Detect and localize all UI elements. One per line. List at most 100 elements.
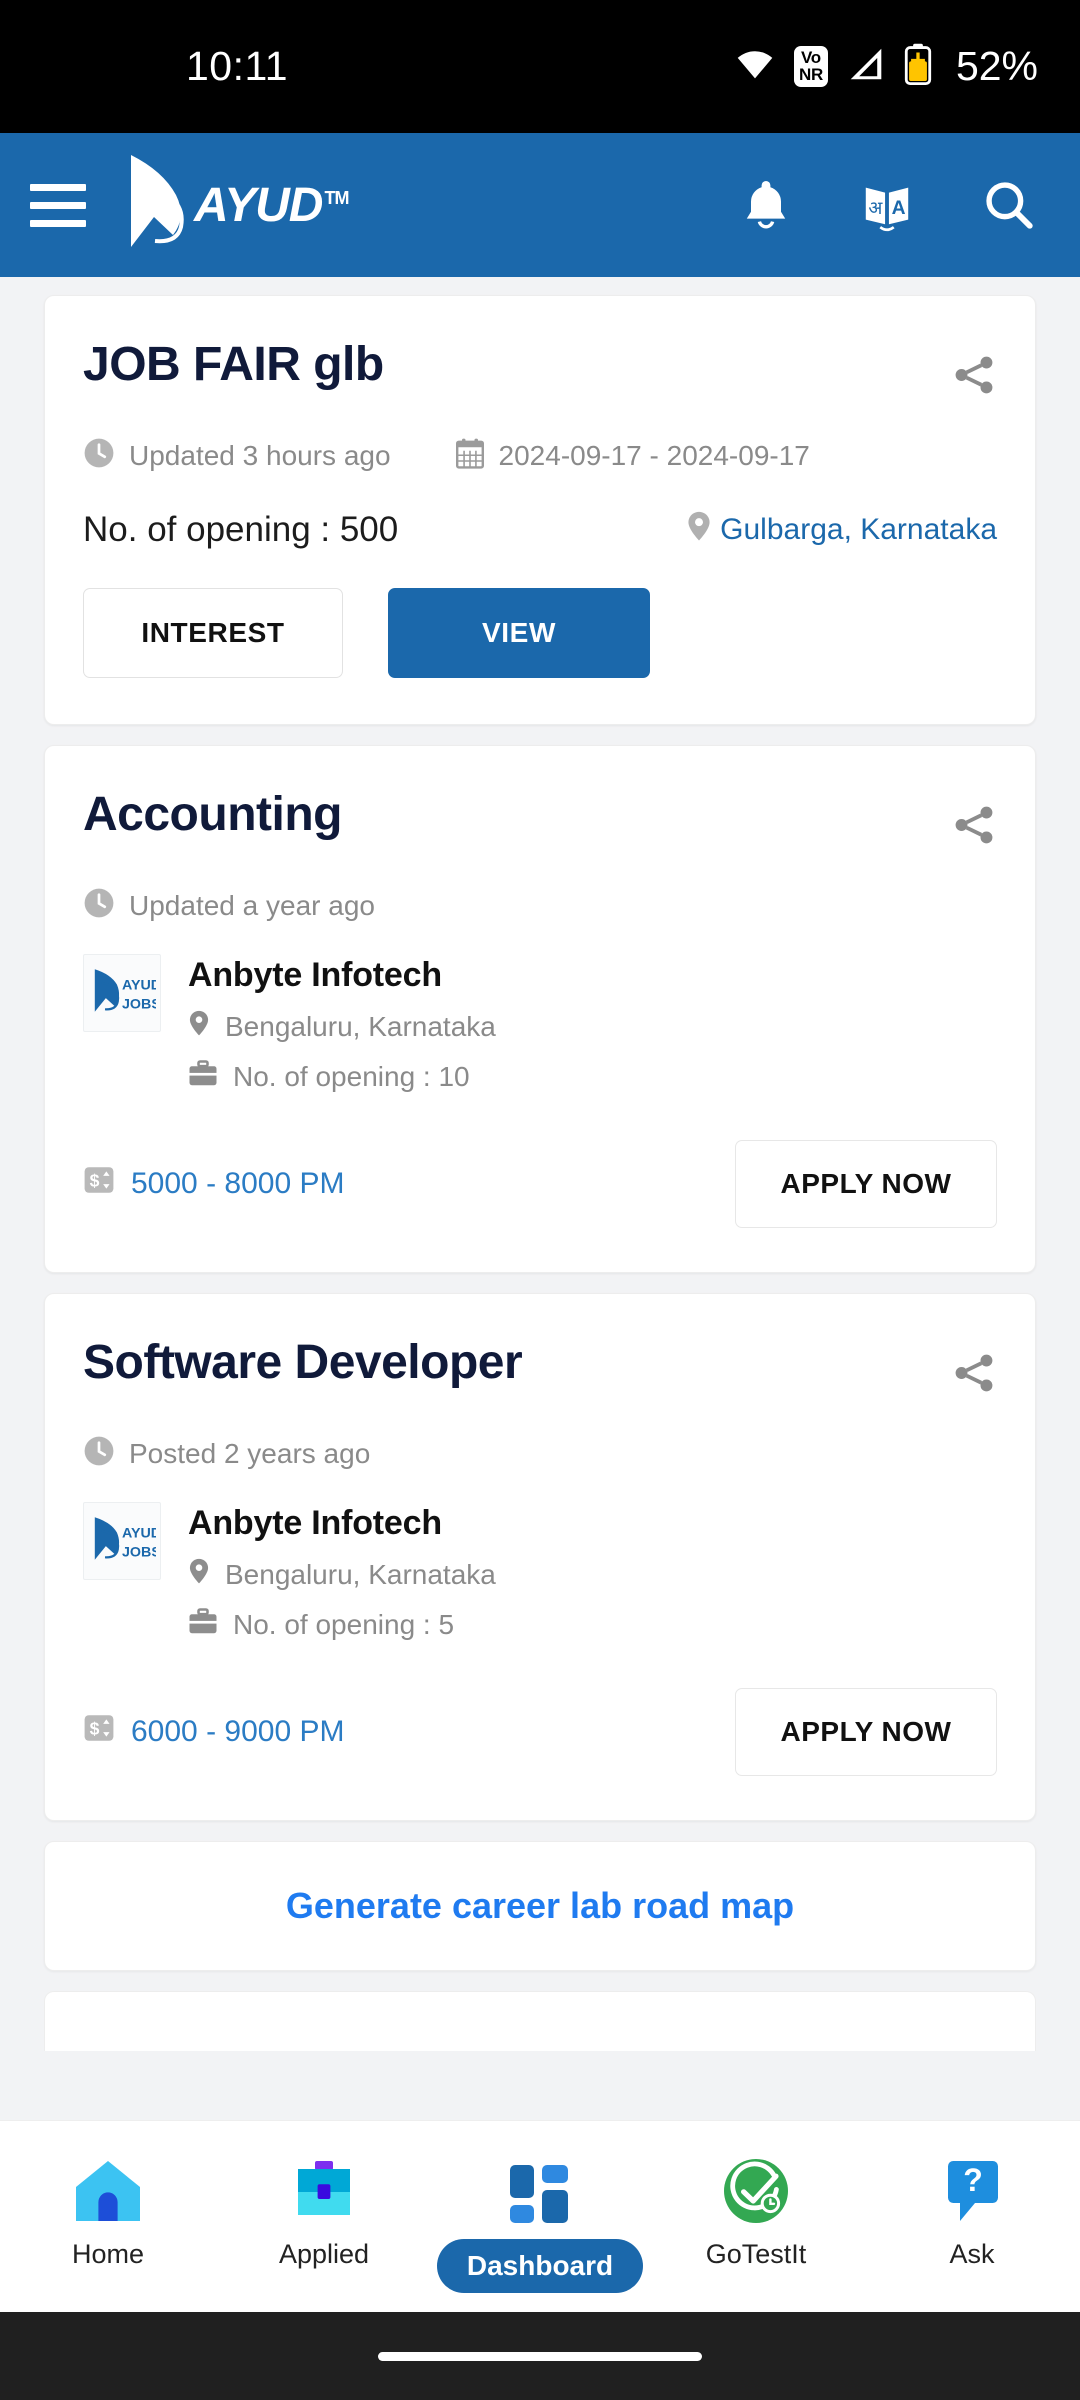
grid-icon xyxy=(508,2151,572,2225)
generate-career-roadmap-card[interactable]: Generate career lab road map xyxy=(44,1841,1036,1971)
openings-text: No. of opening : 500 xyxy=(83,510,399,549)
nav-label-gotestit: GoTestIt xyxy=(705,2239,807,2269)
updated-text: Updated a year ago xyxy=(129,889,375,921)
company-block: AYUD JOBS Anbyte Infotech Bengaluru, xyxy=(83,1502,997,1642)
apply-now-button[interactable]: APPLY NOW xyxy=(735,1140,997,1228)
card-meta-row: Updated 3 hours ago 2024-09-17 - 2024-09 xyxy=(83,437,997,474)
svg-text:अ: अ xyxy=(868,197,883,218)
job-card[interactable]: Accounting Updated a year ago AYU JOB An… xyxy=(44,745,1036,1273)
job-title: Accounting xyxy=(83,788,342,841)
company-location-text: Bengaluru, Karnataka xyxy=(225,1558,496,1590)
vonr-badge: Vo NR xyxy=(793,45,828,88)
app-bar-actions: अ A xyxy=(740,177,1036,233)
company-logo: AYUD JOBS xyxy=(83,954,161,1032)
company-openings-text: No. of opening : 10 xyxy=(233,1061,470,1092)
location-pin-icon xyxy=(188,1009,210,1044)
location-link[interactable]: Gulbarga, Karnataka xyxy=(686,510,997,550)
nav-label-dashboard: Dashboard xyxy=(436,2239,644,2293)
pay-row: $ 6000 - 9000 PM APPLY NOW xyxy=(83,1688,997,1820)
company-block: AYUD JOBS Anbyte Infotech Bengaluru, xyxy=(83,954,997,1094)
gesture-pill[interactable] xyxy=(378,2351,702,2361)
job-fair-card[interactable]: JOB FAIR glb Updated 3 hours ago 2024-09… xyxy=(44,295,1036,725)
question-bubble-icon: ? xyxy=(940,2151,1004,2225)
company-info: Anbyte Infotech Bengaluru, Karnataka No.… xyxy=(188,1502,496,1642)
nav-item-gotestit[interactable]: GoTestIt xyxy=(658,2151,854,2270)
company-location: Bengaluru, Karnataka xyxy=(188,1557,496,1592)
company-name: Anbyte Infotech xyxy=(188,956,442,994)
apply-now-button[interactable]: APPLY NOW xyxy=(735,1688,997,1776)
status-icons: Vo NR 52% xyxy=(735,43,1038,90)
nav-item-dashboard[interactable]: Dashboard xyxy=(436,2151,644,2293)
clock-icon xyxy=(83,1435,115,1472)
job-list-scroll[interactable]: JOB FAIR glb Updated 3 hours ago 2024-09… xyxy=(0,277,1080,2120)
brand-name: AYUD TM xyxy=(194,178,349,232)
salary-text: 5000 - 8000 PM xyxy=(131,1167,345,1200)
salary-icon: $ xyxy=(83,1164,115,1204)
share-icon[interactable] xyxy=(951,802,997,853)
share-icon[interactable] xyxy=(951,1350,997,1401)
status-time: 10:11 xyxy=(186,43,289,89)
card-header: JOB FAIR glb xyxy=(83,296,997,403)
next-card-partial[interactable] xyxy=(44,1991,1036,2051)
svg-text:AYUD: AYUD xyxy=(122,978,156,994)
pay-row: $ 5000 - 8000 PM APPLY NOW xyxy=(83,1140,997,1272)
briefcase-icon xyxy=(188,1060,218,1094)
updated-meta: Updated a year ago xyxy=(83,887,375,924)
location-pin-icon xyxy=(188,1557,210,1592)
briefcase-icon xyxy=(188,1608,218,1642)
check-timer-icon xyxy=(722,2151,790,2225)
battery-icon xyxy=(904,43,932,90)
company-location: Bengaluru, Karnataka xyxy=(188,1009,496,1044)
page-title: JOB FAIR glb xyxy=(83,338,384,391)
view-button[interactable]: VIEW xyxy=(388,588,650,678)
generate-career-roadmap-link[interactable]: Generate career lab road map xyxy=(286,1885,794,1927)
job-title: Software Developer xyxy=(83,1336,523,1389)
clock-icon xyxy=(83,887,115,924)
company-openings: No. of opening : 10 xyxy=(188,1060,496,1094)
updated-meta: Updated 3 hours ago xyxy=(83,437,391,474)
clock-icon xyxy=(83,437,115,474)
wifi-icon xyxy=(735,48,775,85)
company-info: Anbyte Infotech Bengaluru, Karnataka No.… xyxy=(188,954,496,1094)
company-location-text: Bengaluru, Karnataka xyxy=(225,1010,496,1042)
status-bar: 10:11 Vo NR 52% xyxy=(0,0,1080,133)
nav-label-home: Home xyxy=(71,2239,145,2269)
signal-icon xyxy=(847,47,885,86)
openings-row: No. of opening : 500 Gulbarga, Karnataka xyxy=(83,510,997,550)
translate-icon[interactable]: अ A xyxy=(860,177,914,233)
salary-icon: $ xyxy=(83,1712,115,1752)
card-meta-row: Updated a year ago xyxy=(83,887,997,924)
posted-meta: Posted 2 years ago xyxy=(83,1435,370,1472)
trademark-symbol: TM xyxy=(324,187,349,208)
date-meta: 2024-09-17 - 2024-09-17 xyxy=(455,437,810,474)
phone-screen: 10:11 Vo NR 52% AYUD TM अ A JOB FAIR glb… xyxy=(0,0,1080,2400)
interest-button[interactable]: INTEREST xyxy=(83,588,343,678)
job-fair-actions: INTEREST VIEW xyxy=(83,588,997,678)
nav-item-applied[interactable]: Applied xyxy=(226,2151,422,2270)
svg-text:$: $ xyxy=(90,1170,100,1190)
salary-text: 6000 - 9000 PM xyxy=(131,1715,345,1748)
date-range-text: 2024-09-17 - 2024-09-17 xyxy=(498,439,810,471)
nav-item-home[interactable]: Home xyxy=(10,2151,206,2270)
company-openings: No. of opening : 5 xyxy=(188,1608,496,1642)
card-header: Software Developer xyxy=(83,1294,997,1401)
briefcase-icon xyxy=(290,2151,358,2225)
svg-text:?: ? xyxy=(963,2162,983,2198)
job-card[interactable]: Software Developer Posted 2 years ago AY… xyxy=(44,1293,1036,1821)
nav-item-ask[interactable]: ? Ask xyxy=(874,2151,1070,2270)
home-icon xyxy=(72,2151,144,2225)
ayud-arrow-icon xyxy=(118,151,204,260)
gesture-navigation-bar xyxy=(0,2312,1080,2400)
svg-text:A: A xyxy=(892,198,906,219)
card-header: Accounting xyxy=(83,746,997,853)
calendar-icon xyxy=(455,437,485,474)
company-logo: AYUD JOBS xyxy=(83,1502,161,1580)
salary: $ 6000 - 9000 PM xyxy=(83,1712,344,1752)
search-icon[interactable] xyxy=(982,178,1036,232)
hamburger-menu-icon[interactable] xyxy=(30,183,86,227)
company-name: Anbyte Infotech xyxy=(188,1504,442,1542)
bottom-navigation: Home Applied Dashboard GoTestIt ? Ask xyxy=(0,2120,1080,2312)
share-icon[interactable] xyxy=(951,352,997,403)
notifications-icon[interactable] xyxy=(740,177,792,233)
nav-label-applied: Applied xyxy=(278,2239,370,2269)
